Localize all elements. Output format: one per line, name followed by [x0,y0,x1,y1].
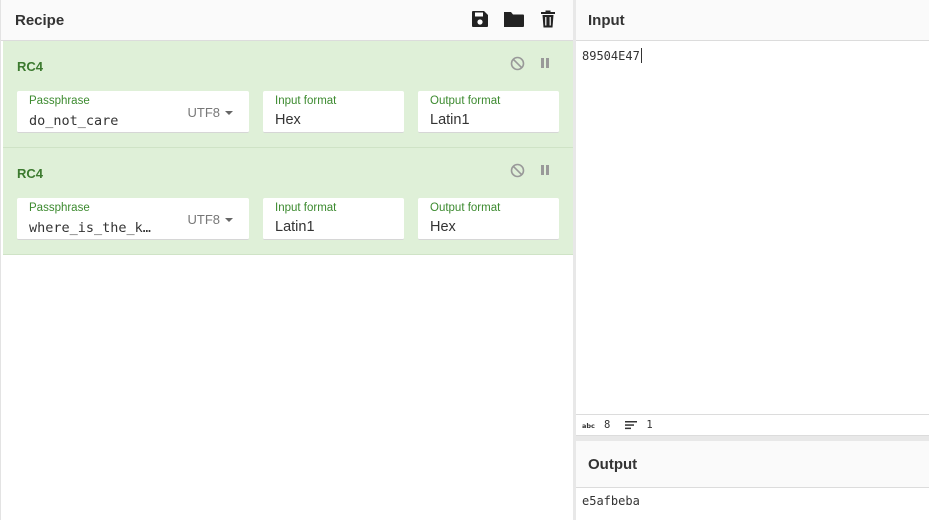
encoding-value: UTF8 [187,212,221,227]
chevron-down-icon [225,110,233,115]
operation-title: RC4 [17,166,44,181]
input-pane: Input 89504E47 [576,0,929,414]
passphrase-field[interactable]: Passphrase where_is_the_k… UTF8 [17,198,249,240]
passphrase-field[interactable]: Passphrase do_not_care UTF8 [17,91,249,133]
recipe-pane: Recipe RC4 Passphrase do_not_care UTF8 I… [0,0,573,520]
output-format-field[interactable]: Output format Latin1 [418,91,559,133]
output-format-value[interactable]: Hex [430,219,456,235]
pause-icon[interactable] [537,162,553,178]
input-format-value[interactable]: Hex [275,112,301,128]
output-format-label: Output format [430,95,501,107]
operation-controls [509,55,553,71]
pause-icon[interactable] [537,55,553,71]
operation-title: RC4 [17,59,44,74]
input-format-field[interactable]: Input format Latin1 [263,198,404,240]
folder-icon[interactable] [503,8,525,30]
input-format-label: Input format [275,95,337,107]
encoding-dropdown[interactable]: UTF8 [187,105,233,120]
recipe-header: Recipe [1,0,573,41]
input-title: Input [588,11,625,29]
text-cursor [640,48,642,63]
chevron-down-icon [225,217,233,222]
recipe-toolbar [469,8,559,30]
output-format-label: Output format [430,202,501,214]
disable-icon[interactable] [509,162,525,178]
svg-text:abc: abc [582,422,595,429]
input-format-field[interactable]: Input format Hex [263,91,404,133]
recipe-title: Recipe [15,11,65,29]
lines-value: 1 [646,419,653,431]
input-textarea[interactable]: 89504E47 [582,48,642,63]
encoding-dropdown[interactable]: UTF8 [187,212,233,227]
operation-rc4[interactable]: RC4 Passphrase where_is_the_k… UTF8 Inpu… [3,148,573,255]
operation-rc4[interactable]: RC4 Passphrase do_not_care UTF8 Input fo… [3,41,573,148]
lines-stat: 1 [624,419,653,431]
disable-icon[interactable] [509,55,525,71]
output-textarea[interactable]: e5afbeba [582,494,640,508]
passphrase-value[interactable]: do_not_care [29,113,169,129]
input-text: 89504E47 [582,48,640,63]
save-icon[interactable] [469,8,491,30]
output-format-value[interactable]: Latin1 [430,112,470,128]
app: Recipe RC4 Passphrase do_not_care UTF8 I… [0,0,929,520]
input-format-label: Input format [275,202,337,214]
input-header: Input [576,0,929,41]
abc-icon: abc [582,422,595,429]
encoding-value: UTF8 [187,105,221,120]
output-pane: Output e5afbeba [576,441,929,520]
passphrase-label: Passphrase [29,95,90,107]
output-format-field[interactable]: Output format Hex [418,198,559,240]
lines-icon [625,421,638,430]
input-format-value[interactable]: Latin1 [275,219,315,235]
passphrase-label: Passphrase [29,202,90,214]
operation-controls [509,162,553,178]
output-title: Output [588,455,638,473]
output-text: e5afbeba [582,494,640,508]
passphrase-value[interactable]: where_is_the_k… [29,220,169,236]
length-value: 8 [604,419,611,431]
trash-icon[interactable] [537,8,559,30]
output-header: Output [576,441,929,488]
input-status-bar: abc 8 1 [576,414,929,436]
length-stat: abc 8 [582,419,610,431]
